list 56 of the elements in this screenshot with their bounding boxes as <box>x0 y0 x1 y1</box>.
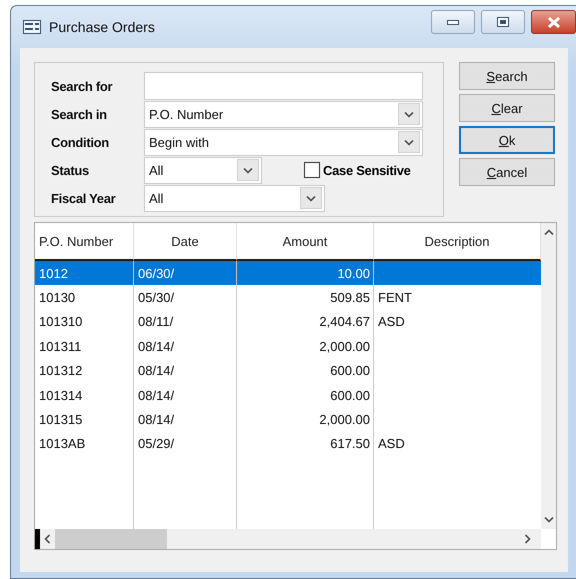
vertical-scrollbar[interactable] <box>541 223 556 529</box>
table-cell: 08/14/ <box>138 388 174 403</box>
horizontal-scrollbar[interactable] <box>35 529 541 549</box>
minimize-icon <box>447 20 459 24</box>
table-cell: ASD <box>378 314 405 330</box>
dropdown[interactable]: All <box>144 156 262 184</box>
search-field[interactable] <box>144 72 423 100</box>
table-cell: 600.00 <box>330 363 370 378</box>
table-cell: 08/11/ <box>138 314 174 330</box>
dropdown[interactable]: P.O. Number <box>144 100 423 128</box>
scroll-right-icon[interactable] <box>524 534 531 544</box>
scroll-up-icon[interactable] <box>544 229 554 236</box>
table-cell: FENT <box>378 290 412 306</box>
field-label: Search for <box>51 78 114 94</box>
field-label: Fiscal Year <box>51 190 116 206</box>
table-cell: 10.00 <box>337 266 370 281</box>
form-icon <box>23 20 41 34</box>
scroll-thumb[interactable] <box>55 529 167 549</box>
minimize-button[interactable] <box>431 10 475 34</box>
table-cell: 08/14/ <box>138 412 174 428</box>
dialog-button[interactable]: Ok <box>459 126 555 154</box>
table-cell: 08/14/ <box>138 363 174 378</box>
table-cell: 05/30/ <box>138 290 174 306</box>
dropdown[interactable]: Begin with <box>144 128 423 156</box>
chevron-down-icon <box>243 166 253 174</box>
close-button[interactable] <box>531 10 576 34</box>
table-cell: 600.00 <box>330 388 370 403</box>
maximize-button[interactable] <box>481 10 525 34</box>
maximize-icon <box>497 17 509 27</box>
chevron-down-icon <box>404 138 414 146</box>
focus-bar <box>35 529 40 549</box>
row-cell[interactable]: 1012 <box>35 261 134 286</box>
field-label: Search in <box>51 106 108 122</box>
window-title: Purchase Orders <box>49 19 156 35</box>
scroll-down-icon[interactable] <box>544 516 554 523</box>
table-cell: 05/29/ <box>138 436 174 452</box>
dialog-button[interactable]: Clear <box>459 94 555 122</box>
table-cell: ASD <box>378 436 405 452</box>
dialog-button[interactable]: Search <box>459 62 555 90</box>
table-cell: 509.85 <box>330 290 370 306</box>
scroll-left-icon[interactable] <box>44 534 51 544</box>
field-label: Condition <box>51 134 110 150</box>
chevron-down-icon <box>404 110 414 118</box>
close-icon <box>548 16 560 28</box>
dialog-button[interactable]: Cancel <box>459 158 555 186</box>
table-cell: 08/14/ <box>138 338 174 354</box>
table-cell: 2,000.00 <box>319 338 370 354</box>
table-cell: 2,404.67 <box>319 314 370 330</box>
field-label: Status <box>51 162 90 178</box>
dropdown[interactable]: All <box>144 184 325 212</box>
table-cell: 617.50 <box>330 436 370 452</box>
checkbox-label: Case Sensitive <box>323 162 411 178</box>
table-cell: 2,000.00 <box>319 412 370 428</box>
chevron-down-icon <box>306 194 316 202</box>
table-cell: 06/30/ <box>138 266 174 281</box>
checkbox[interactable] <box>304 162 320 178</box>
